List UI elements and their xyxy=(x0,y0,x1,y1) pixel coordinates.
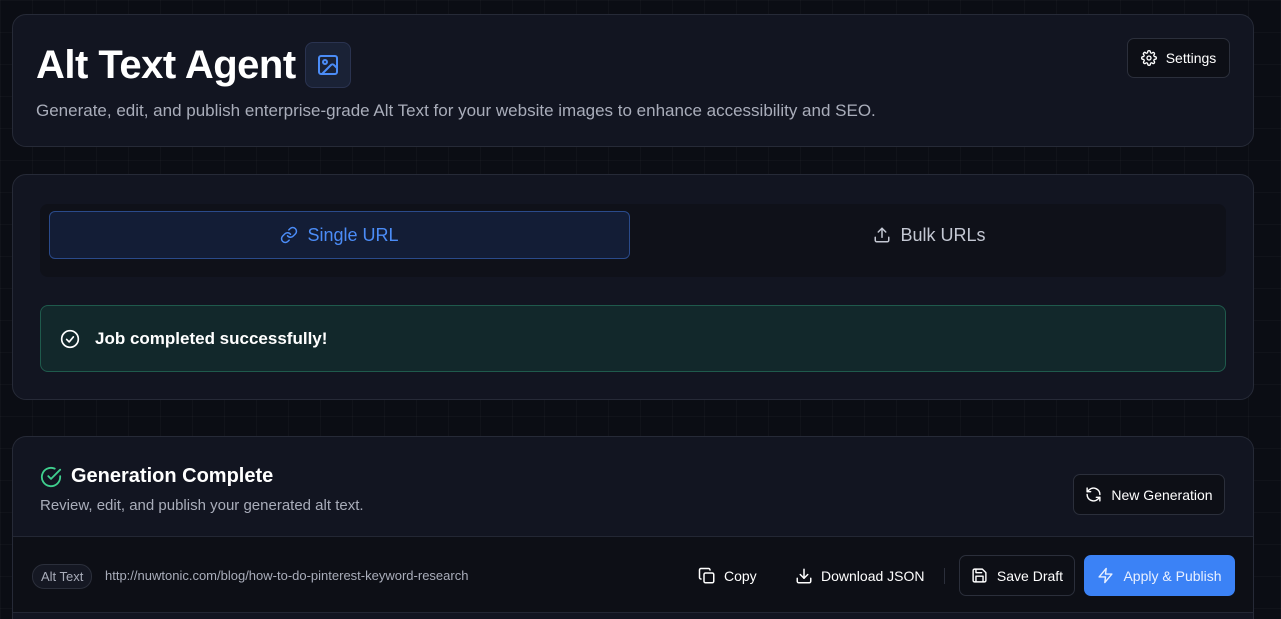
apply-publish-label: Apply & Publish xyxy=(1123,567,1222,584)
settings-label: Settings xyxy=(1165,50,1217,66)
mode-tabs: Single URL Bulk URLs xyxy=(40,204,1226,277)
tab-bulk-urls[interactable]: Bulk URLs xyxy=(639,211,1220,259)
title-row: Alt Text Agent xyxy=(36,39,351,91)
image-icon xyxy=(304,42,351,88)
settings-button[interactable]: Settings xyxy=(1127,38,1230,78)
results-title-row: Generation Complete xyxy=(40,465,273,488)
upload-icon xyxy=(874,227,890,243)
alt-text-tag: Alt Text xyxy=(32,564,93,589)
results-subtitle: Review, edit, and publish your generated… xyxy=(40,497,364,514)
save-draft-label: Save Draft xyxy=(996,567,1064,584)
alert-text: Job completed successfully! xyxy=(95,328,328,348)
copy-icon xyxy=(698,567,715,583)
toolbar-divider xyxy=(944,568,945,584)
copy-label: Copy xyxy=(724,567,757,584)
tab-bulk-urls-label: Bulk URLs xyxy=(900,224,986,245)
page-title: Alt Text Agent xyxy=(36,43,296,87)
new-generation-button[interactable]: New Generation xyxy=(1073,474,1225,515)
download-icon xyxy=(796,568,812,583)
source-url: http://nuwtonic.com/blog/how-to-do-pinte… xyxy=(105,568,469,583)
mode-card: Single URL Bulk URLs Job completed succe… xyxy=(12,174,1254,400)
tab-single-url[interactable]: Single URL xyxy=(49,211,630,259)
check-circle-icon xyxy=(40,466,62,487)
download-json-button[interactable]: Download JSON xyxy=(795,555,925,596)
download-json-label: Download JSON xyxy=(821,567,925,584)
results-title: Generation Complete xyxy=(71,465,274,487)
save-icon xyxy=(972,568,987,583)
check-circle-icon xyxy=(60,329,80,348)
lightning-icon xyxy=(1098,567,1114,584)
refresh-icon xyxy=(1086,487,1101,502)
copy-button[interactable]: Copy xyxy=(698,555,757,596)
save-draft-button[interactable]: Save Draft xyxy=(959,555,1075,596)
header-card: Alt Text Agent Generate, edit, and publi… xyxy=(12,14,1254,147)
new-generation-label: New Generation xyxy=(1111,486,1213,503)
results-card: Generation Complete Review, edit, and pu… xyxy=(12,436,1254,619)
gear-icon xyxy=(1140,50,1157,66)
page-subtitle: Generate, edit, and publish enterprise-g… xyxy=(36,101,876,120)
results-toolbar: Alt Text http://nuwtonic.com/blog/how-to… xyxy=(13,536,1253,613)
success-alert: Job completed successfully! xyxy=(40,305,1226,372)
link-icon xyxy=(281,226,298,244)
tab-single-url-label: Single URL xyxy=(307,224,399,245)
apply-publish-button[interactable]: Apply & Publish xyxy=(1084,555,1235,596)
